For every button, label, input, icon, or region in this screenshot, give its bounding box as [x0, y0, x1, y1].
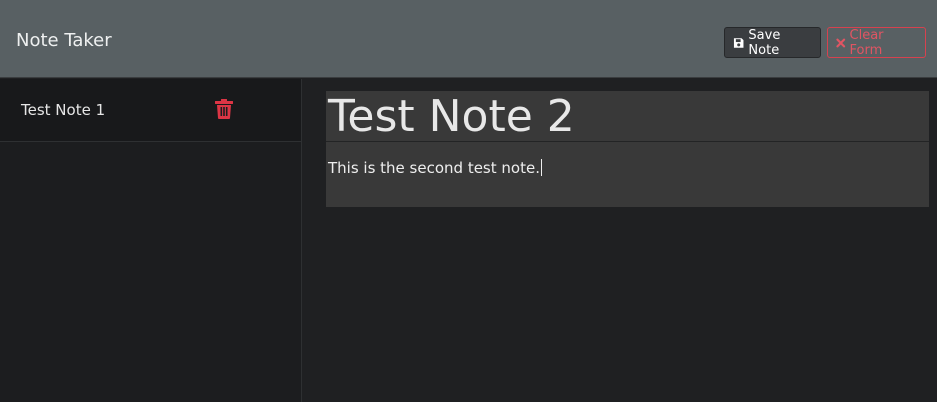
- note-list-item[interactable]: Test Note 1: [0, 79, 301, 142]
- note-text-value: This is the second test note.: [328, 159, 540, 177]
- clear-form-button[interactable]: Clear Form: [827, 27, 926, 58]
- note-editor: Test Note 2 This is the second test note…: [302, 79, 937, 402]
- save-icon: [733, 37, 744, 48]
- save-note-button[interactable]: Save Note: [724, 27, 821, 58]
- close-icon: [836, 38, 846, 47]
- text-caret: [540, 159, 542, 176]
- trash-icon[interactable]: [215, 99, 233, 119]
- note-title-input[interactable]: Test Note 2: [326, 91, 929, 142]
- app-brand[interactable]: Note Taker: [16, 30, 112, 51]
- note-text-area[interactable]: This is the second test note.: [326, 142, 929, 207]
- save-note-label: Save Note: [748, 27, 781, 58]
- notes-sidebar: Test Note 1: [0, 79, 302, 402]
- note-list-item-title[interactable]: Test Note 1: [21, 101, 105, 119]
- clear-form-label: Clear Form: [849, 27, 884, 58]
- navbar: Note Taker Save Note Clear Form: [0, 0, 937, 78]
